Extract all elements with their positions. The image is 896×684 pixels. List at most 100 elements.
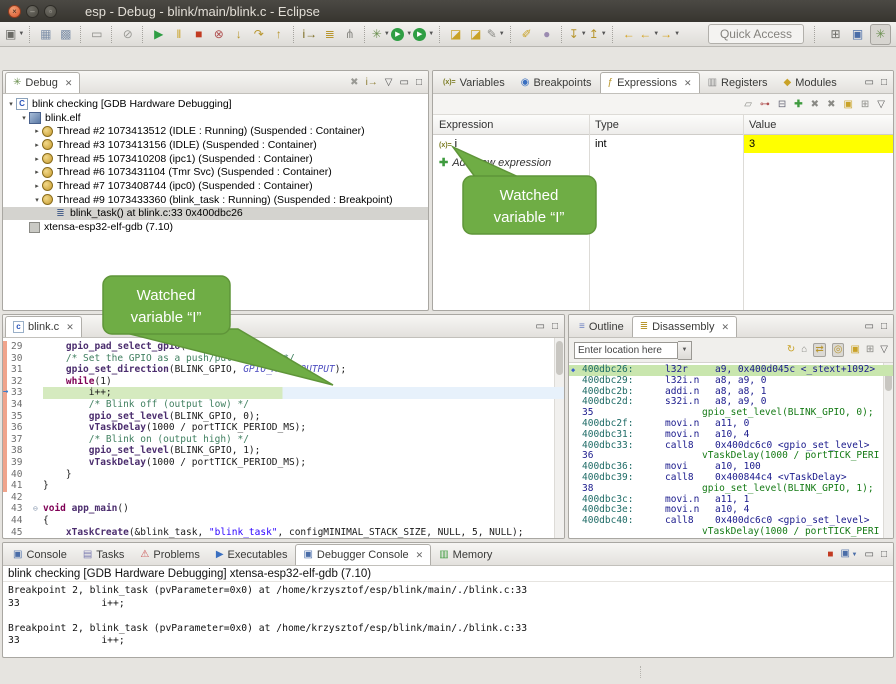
- code-line[interactable]: 39 vTaskDelay(1000 / portTICK_PERIOD_MS)…: [3, 457, 564, 469]
- code-line[interactable]: 43⊖void app_main(): [3, 503, 564, 515]
- view-menu-icon[interactable]: ▽: [385, 77, 393, 89]
- code-line[interactable]: 37 /* Blink on (output high) */: [3, 434, 564, 446]
- code-line[interactable]: 40 }: [3, 469, 564, 481]
- close-icon[interactable]: ✕: [721, 322, 729, 333]
- print-icon[interactable]: ▭: [87, 25, 106, 44]
- disconnect-icon[interactable]: ⊗: [209, 25, 228, 44]
- minimize-icon[interactable]: ▭: [536, 321, 545, 333]
- tree-item-gdb-process[interactable]: xtensa-esp32-elf-gdb (7.10): [3, 220, 428, 234]
- step-over-icon[interactable]: ↷: [249, 25, 268, 44]
- location-input[interactable]: Enter location here: [574, 342, 678, 359]
- expand-toggle-icon[interactable]: ▸: [32, 141, 42, 149]
- minimize-icon[interactable]: ▭: [865, 549, 874, 561]
- tab-breakpoints[interactable]: ◉Breakpoints: [513, 72, 600, 93]
- expand-toggle-icon[interactable]: ▸: [32, 168, 42, 176]
- debug-tree[interactable]: ▾Cblink checking [GDB Hardware Debugging…: [3, 94, 428, 310]
- expand-toggle-icon[interactable]: ▾: [19, 114, 29, 122]
- column-header-expression[interactable]: Expression: [433, 119, 589, 131]
- suspend-icon[interactable]: ‖: [169, 25, 188, 44]
- tab-debug[interactable]: ✳Debug✕: [5, 72, 80, 93]
- window-minimize-button[interactable]: –: [26, 5, 39, 18]
- last-edit-location-icon[interactable]: ←: [619, 25, 638, 44]
- tab-outline[interactable]: ≡Outline: [571, 316, 632, 337]
- close-icon[interactable]: ✕: [684, 78, 692, 89]
- open-new-view-icon[interactable]: ⊞: [861, 99, 869, 110]
- expand-toggle-icon[interactable]: ▸: [32, 155, 42, 163]
- tab-console[interactable]: ▣Console: [5, 544, 75, 565]
- tree-item-elf-file[interactable]: ▾blink.elf: [3, 111, 428, 125]
- tree-item-thread-6[interactable]: ▸Thread #6 1073431104 (Tmr Svc) (Suspend…: [3, 165, 428, 179]
- open-console-icon[interactable]: ▣ ▼: [840, 548, 857, 561]
- tree-item-thread-3[interactable]: ▸Thread #3 1073413156 (IDLE) (Suspended …: [3, 138, 428, 152]
- next-annotation-icon[interactable]: ↧▼: [568, 25, 587, 44]
- instruction-stepping-icon[interactable]: i→: [300, 25, 319, 44]
- code-line[interactable]: 36 vTaskDelay(1000 / portTICK_PERIOD_MS)…: [3, 422, 564, 434]
- tab-problems[interactable]: ⚠Problems: [132, 544, 207, 565]
- open-element-icon[interactable]: ◪: [466, 25, 485, 44]
- save-all-icon[interactable]: ▩: [56, 25, 75, 44]
- minimize-icon[interactable]: ▭: [865, 321, 874, 333]
- show-logical-structures-icon[interactable]: ⊶: [760, 99, 770, 110]
- terminate-icon[interactable]: ■: [189, 25, 208, 44]
- new-wizard-icon[interactable]: ▣▼: [5, 25, 24, 44]
- home-icon[interactable]: ⌂: [801, 344, 807, 356]
- code-line[interactable]: 30 /* Set the GPIO as a push/pull output…: [3, 353, 564, 365]
- tree-item-stack-frame[interactable]: ≣blink_task() at blink.c:33 0x400dbc26: [3, 207, 428, 221]
- tab-memory[interactable]: ▥Memory: [431, 544, 500, 565]
- tab-tasks[interactable]: ▤Tasks: [75, 544, 133, 565]
- remove-all-expressions-icon[interactable]: ✖: [827, 99, 835, 110]
- tree-item-thread-7[interactable]: ▸Thread #7 1073408744 (ipc0) (Suspended …: [3, 179, 428, 193]
- tree-item-thread-5[interactable]: ▸Thread #5 1073410208 (ipc1) (Suspended …: [3, 152, 428, 166]
- clone-view-icon[interactable]: ⊞: [866, 344, 874, 356]
- minimize-icon[interactable]: ▭: [865, 77, 874, 89]
- expression-row[interactable]: (x)=iint3: [433, 135, 893, 153]
- code-line[interactable]: 31 gpio_set_direction(BLINK_GPIO, GPIO_M…: [3, 364, 564, 376]
- disassembly-list[interactable]: ◆400dbc26:l32ra9, 0x400d045c <_stext+109…: [569, 363, 893, 538]
- new-view-icon[interactable]: ▣: [850, 344, 859, 356]
- code-line[interactable]: 38 gpio_set_level(BLINK_GPIO, 1);: [3, 445, 564, 457]
- maximize-icon[interactable]: □: [416, 77, 422, 89]
- tab-debugger-console[interactable]: ▣Debugger Console✕: [295, 544, 431, 565]
- terminate-icon[interactable]: ■: [827, 549, 833, 561]
- tab-disassembly[interactable]: ≣Disassembly✕: [632, 316, 737, 337]
- code-line[interactable]: 29 gpio_pad_select_gpio(BLINK_GPIO);: [3, 341, 564, 353]
- view-menu-icon[interactable]: ▽: [877, 99, 885, 110]
- cpp-perspective-icon[interactable]: ▣: [848, 25, 867, 44]
- close-icon[interactable]: ✕: [65, 78, 73, 89]
- disassembly-line[interactable]: vTaskDelay(1000 / portTICK_PERI: [569, 527, 893, 538]
- tab-blink-c[interactable]: cblink.c✕: [5, 316, 82, 337]
- code-line[interactable]: →33 i++;: [3, 387, 564, 399]
- fold-marker-icon[interactable]: ⊖: [33, 503, 43, 515]
- collapse-all-icon[interactable]: ⊟: [778, 99, 786, 110]
- resume-icon[interactable]: ▶: [149, 25, 168, 44]
- tree-item-thread-9[interactable]: ▾Thread #9 1073433360 (blink_task : Runn…: [3, 193, 428, 207]
- instruction-stepping-mode-icon[interactable]: i→: [366, 77, 378, 89]
- mark-occurrences-icon[interactable]: ✐: [517, 25, 536, 44]
- sync-with-pc-icon[interactable]: ⇄: [813, 343, 825, 357]
- maximize-icon[interactable]: □: [552, 321, 558, 333]
- expand-toggle-icon[interactable]: ▾: [6, 100, 16, 108]
- remove-expression-icon[interactable]: ✖: [811, 99, 819, 110]
- add-expression-row[interactable]: ✚Add new expression: [433, 153, 893, 171]
- tab-expressions[interactable]: ƒExpressions✕: [600, 72, 700, 93]
- skip-all-breakpoints-icon[interactable]: ⊘: [118, 25, 137, 44]
- save-icon[interactable]: ▦: [36, 25, 55, 44]
- pin-icon[interactable]: ●: [537, 25, 556, 44]
- new-project-icon[interactable]: ◪: [446, 25, 465, 44]
- location-dropdown-icon[interactable]: ▼: [678, 341, 692, 360]
- new-view-icon[interactable]: ▣: [843, 99, 852, 110]
- window-close-button[interactable]: ×: [8, 5, 21, 18]
- tab-registers[interactable]: ▥Registers: [700, 72, 776, 93]
- expand-toggle-icon[interactable]: ▸: [32, 182, 42, 190]
- remove-all-terminated-icon[interactable]: ✖: [350, 77, 358, 89]
- code-line[interactable]: 35 gpio_set_level(BLINK_GPIO, 0);: [3, 411, 564, 423]
- forward-icon[interactable]: →▼: [660, 25, 680, 44]
- code-line[interactable]: 44{: [3, 515, 564, 527]
- step-into-icon[interactable]: ↓: [229, 25, 248, 44]
- add-expression-icon[interactable]: ✚: [794, 99, 802, 110]
- quick-access-button[interactable]: Quick Access: [708, 24, 804, 44]
- search-icon[interactable]: ✎▼: [486, 25, 505, 44]
- open-perspective-icon[interactable]: ⊞: [826, 25, 845, 44]
- tab-modules[interactable]: ◆Modules: [775, 72, 844, 93]
- debug-icon[interactable]: ✳▼: [371, 25, 390, 44]
